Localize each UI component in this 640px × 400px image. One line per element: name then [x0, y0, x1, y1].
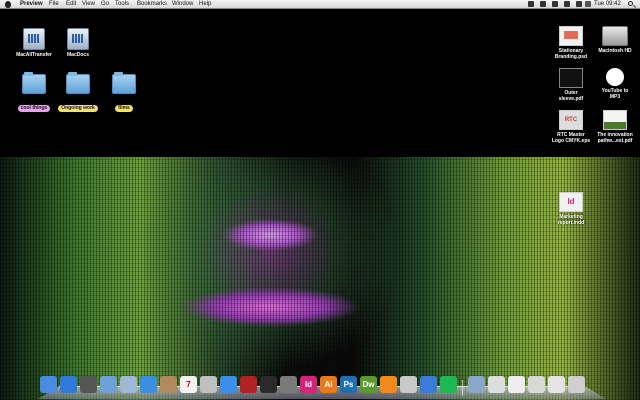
- preview-icon[interactable]: [100, 376, 117, 393]
- wallpaper-image: [0, 157, 640, 400]
- menu-tools[interactable]: Tools: [115, 0, 129, 9]
- eps-file-icon: RTC: [559, 110, 583, 130]
- time-machine-icon[interactable]: [260, 376, 277, 393]
- battery-status-icon[interactable]: [585, 1, 591, 7]
- desktop-item-youtube-to-mp3[interactable]: YouTube to MP3: [594, 68, 636, 100]
- menu-clock[interactable]: Tue 09:42: [594, 0, 621, 9]
- pdf-file-icon: [559, 68, 583, 88]
- document-stack-icon[interactable]: [528, 376, 545, 393]
- desktop-item-label: RTC Master Logo CMYK.eps: [551, 132, 591, 144]
- safari-icon[interactable]: [140, 376, 157, 393]
- photoshop-icon[interactable]: Ps: [340, 376, 357, 393]
- folder-icon: [112, 72, 136, 94]
- folder-tag: Ongoing work: [58, 105, 98, 112]
- calendar-icon[interactable]: 7: [180, 376, 197, 393]
- drive-icon: [67, 28, 89, 50]
- spotlight-search-icon[interactable]: [628, 1, 633, 6]
- menu-app-name[interactable]: Preview: [20, 0, 43, 9]
- menu-bar: Preview File Edit View Go Tools Bookmark…: [0, 0, 640, 9]
- trash-icon[interactable]: [568, 376, 585, 393]
- dreamweaver-icon[interactable]: Dw: [360, 376, 377, 393]
- menu-file[interactable]: File: [49, 0, 59, 9]
- folder-icon: [66, 72, 90, 94]
- desktop-item-outer-sleeve[interactable]: Outer sleeve.pdf: [550, 68, 592, 102]
- downloads-folder-icon[interactable]: [468, 376, 485, 393]
- dropbox-status-icon[interactable]: [528, 1, 534, 7]
- app-icon: [606, 68, 624, 86]
- dock-separator: [462, 380, 463, 396]
- menu-view[interactable]: View: [82, 0, 95, 9]
- system-preferences-icon[interactable]: [280, 376, 297, 393]
- desktop-item-marketing-report[interactable]: Id Marketing report.indd: [550, 192, 592, 226]
- document-stack-icon[interactable]: [508, 376, 525, 393]
- apple-menu-icon[interactable]: [5, 1, 11, 8]
- indesign-icon[interactable]: Id: [300, 376, 317, 393]
- illustrator-icon[interactable]: Ai: [320, 376, 337, 393]
- bluetooth-status-icon[interactable]: [540, 1, 546, 7]
- volume-status-icon[interactable]: [576, 1, 582, 7]
- photos-icon[interactable]: [200, 376, 217, 393]
- menu-help[interactable]: Help: [199, 0, 211, 9]
- pdf-file-icon: [603, 110, 627, 130]
- folder-tag: cool things: [17, 105, 51, 112]
- vlc-icon[interactable]: [380, 376, 397, 393]
- time-machine-status-icon[interactable]: [552, 1, 558, 7]
- desktop-item-macalltransfer[interactable]: MacAllTransfer: [12, 28, 56, 58]
- desktop-item-label: Macintosh HD: [598, 48, 632, 54]
- desktop-item-innovation-pathway[interactable]: The innovation pathw...est.pdf: [592, 110, 638, 144]
- mail-icon[interactable]: [120, 376, 137, 393]
- drive-icon: [23, 28, 45, 50]
- folder-icon: [22, 72, 46, 94]
- menu-window[interactable]: Window: [172, 0, 193, 9]
- launchpad-icon[interactable]: [80, 376, 97, 393]
- photo-booth-icon[interactable]: [240, 376, 257, 393]
- folder-tag: films: [115, 105, 133, 112]
- menu-bookmarks[interactable]: Bookmarks: [137, 0, 167, 9]
- desktop-folder-ongoing-work[interactable]: Ongoing work: [56, 72, 100, 114]
- desktop-folder-films[interactable]: films: [104, 72, 144, 114]
- indesign-file-icon: Id: [559, 192, 583, 212]
- desktop-item-label: MacAllTransfer: [16, 52, 52, 58]
- desktop-folder-cool-things[interactable]: cool things: [14, 72, 54, 114]
- document-stack-icon[interactable]: [488, 376, 505, 393]
- desktop-item-macdocs[interactable]: MacDocs: [58, 28, 98, 58]
- app-store-icon[interactable]: [60, 376, 77, 393]
- itunes-icon[interactable]: [220, 376, 237, 393]
- menu-edit[interactable]: Edit: [66, 0, 76, 9]
- desktop-item-label: Stationary Branding.psd: [554, 48, 588, 60]
- virtualbox-icon[interactable]: [420, 376, 437, 393]
- automator-icon[interactable]: [400, 376, 417, 393]
- wifi-status-icon[interactable]: [564, 1, 570, 7]
- spotify-icon[interactable]: [440, 376, 457, 393]
- desktop-item-label: The innovation pathw...est.pdf: [597, 132, 633, 144]
- document-stack-icon[interactable]: [548, 376, 565, 393]
- thumbnail-preview: [564, 31, 578, 39]
- menu-go[interactable]: Go: [101, 0, 109, 9]
- hard-drive-icon: [602, 26, 628, 46]
- desktop-item-label: MacDocs: [67, 52, 89, 58]
- desktop-item-label: YouTube to MP3: [601, 88, 629, 100]
- desktop-item-stationary-branding[interactable]: Stationary Branding.psd: [550, 26, 592, 60]
- desktop-item-label: Outer sleeve.pdf: [558, 90, 584, 102]
- contacts-icon[interactable]: [160, 376, 177, 393]
- finder-icon[interactable]: [40, 376, 57, 393]
- psd-file-icon: [559, 26, 583, 46]
- desktop-wallpaper: [0, 9, 640, 400]
- desktop-item-label: Marketing report.indd: [557, 214, 585, 226]
- dock: 7 Id Ai Ps Dw: [38, 376, 606, 399]
- desktop-item-macintosh-hd[interactable]: Macintosh HD: [594, 26, 636, 54]
- desktop-item-rtc-master-logo[interactable]: RTC RTC Master Logo CMYK.eps: [548, 110, 594, 144]
